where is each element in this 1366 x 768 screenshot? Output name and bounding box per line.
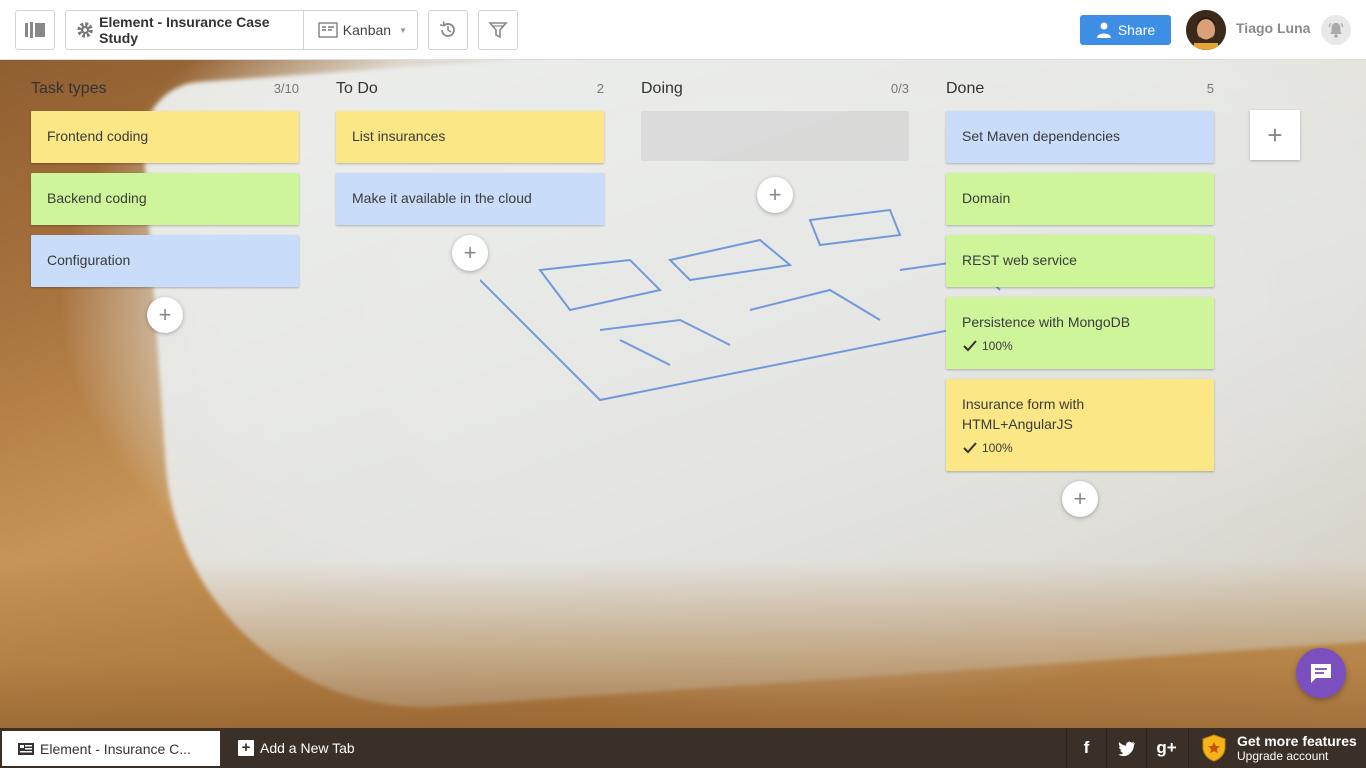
view-selector[interactable]: Kanban ▼ xyxy=(304,11,417,49)
history-button[interactable] xyxy=(428,10,468,50)
view-label: Kanban xyxy=(342,22,392,38)
twitter-icon xyxy=(1117,741,1135,756)
share-button[interactable]: Share xyxy=(1080,15,1171,45)
user-photo xyxy=(1186,10,1226,50)
card-text: Domain xyxy=(962,190,1011,206)
sidebar-toggle-button[interactable] xyxy=(15,10,55,50)
bell-icon xyxy=(1328,23,1344,38)
add-tab-label: Add a New Tab xyxy=(260,740,355,756)
avatar[interactable] xyxy=(1186,10,1226,50)
card-text: REST web service xyxy=(962,252,1077,268)
card-rest-web-service[interactable]: REST web service xyxy=(946,235,1214,287)
filter-icon xyxy=(488,22,508,39)
board-title: Element - Insurance Case Study xyxy=(99,14,270,46)
column-count: 5 xyxy=(1206,81,1214,96)
column-done: Done 5 Set Maven dependencies Domain RES… xyxy=(946,80,1214,517)
card-backend-coding[interactable]: Backend coding xyxy=(31,173,299,225)
progress-value: 100% xyxy=(982,339,1013,353)
background-table-edge xyxy=(0,560,1366,730)
column-title[interactable]: Task types xyxy=(31,80,107,98)
card-text: List insurances xyxy=(352,128,446,144)
column-title[interactable]: To Do xyxy=(336,80,378,98)
user-name[interactable]: Tiago Luna xyxy=(1236,20,1310,36)
board-title-button[interactable]: Element - Insurance Case Study xyxy=(66,11,304,49)
google-plus-icon: g+ xyxy=(1156,738,1177,757)
card-insurance-form[interactable]: Insurance form with HTML+AngularJS 100% xyxy=(946,379,1214,471)
facebook-button[interactable]: f xyxy=(1066,728,1106,768)
check-icon xyxy=(963,340,977,352)
plus-icon: + xyxy=(158,302,172,327)
board-selector: Element - Insurance Case Study Kanban ▼ xyxy=(65,10,418,50)
check-icon xyxy=(963,442,977,454)
column-count: 0/3 xyxy=(890,81,909,96)
progress-value: 100% xyxy=(982,441,1013,455)
upgrade-subtitle: Upgrade account xyxy=(1237,748,1329,763)
chat-button[interactable] xyxy=(1296,648,1346,698)
column-title[interactable]: Done xyxy=(946,80,984,98)
board-tab-icon xyxy=(18,742,34,755)
share-user-icon xyxy=(1096,22,1111,38)
card-persistence-with-mongodb[interactable]: Persistence with MongoDB 100% xyxy=(946,297,1214,369)
plus-icon: + xyxy=(1073,486,1087,511)
add-column-button[interactable]: + xyxy=(1250,110,1300,160)
card-make-it-available-in-the-cloud[interactable]: Make it available in the cloud xyxy=(336,173,604,225)
share-label: Share xyxy=(1117,22,1156,38)
bottom-bar: Element - Insurance C... + Add a New Tab… xyxy=(0,728,1366,768)
add-tab-button[interactable]: + Add a New Tab xyxy=(238,728,355,768)
add-card-button[interactable]: + xyxy=(1062,481,1098,517)
chat-icon xyxy=(1311,664,1331,683)
column-doing: Doing 0/3 + xyxy=(641,80,909,213)
card-text: Make it available in the cloud xyxy=(352,190,532,206)
column-task-types: Task types 3/10 Frontend coding Backend … xyxy=(31,80,299,333)
facebook-icon: f xyxy=(1083,738,1090,757)
card-text: Persistence with MongoDB xyxy=(962,314,1131,330)
card-set-maven-dependencies[interactable]: Set Maven dependencies xyxy=(946,111,1214,163)
google-plus-button[interactable]: g+ xyxy=(1146,728,1186,768)
card-configuration[interactable]: Configuration xyxy=(31,235,299,287)
kanban-icon xyxy=(318,22,338,38)
card-text: Frontend coding xyxy=(47,128,149,144)
add-card-button[interactable]: + xyxy=(757,177,793,213)
plus-icon: + xyxy=(238,740,254,756)
card-text: Configuration xyxy=(47,252,131,268)
filter-button[interactable] xyxy=(478,10,518,50)
card-frontend-coding[interactable]: Frontend coding xyxy=(31,111,299,163)
star-shield-icon xyxy=(1202,734,1226,762)
add-card-button[interactable]: + xyxy=(452,235,488,271)
gear-icon xyxy=(77,22,93,38)
chevron-down-icon: ▼ xyxy=(399,25,407,35)
history-icon xyxy=(439,21,455,37)
card-text: Set Maven dependencies xyxy=(962,128,1120,144)
tab-label: Element - Insurance C... xyxy=(40,740,191,757)
card-progress: 100% xyxy=(962,336,1198,356)
sidebar-toggle-icon xyxy=(25,22,45,38)
upgrade-title: Get more features xyxy=(1237,732,1357,749)
card-text: Insurance form with HTML+AngularJS xyxy=(962,396,1085,432)
column-count: 3/10 xyxy=(273,81,299,96)
twitter-button[interactable] xyxy=(1106,728,1146,768)
notifications-button[interactable] xyxy=(1321,15,1351,45)
upgrade-account-button[interactable]: Get more features Upgrade account xyxy=(1188,728,1366,768)
plus-icon: + xyxy=(463,240,477,265)
plus-icon: + xyxy=(1267,119,1283,150)
card-list-insurances[interactable]: List insurances xyxy=(336,111,604,163)
tab-active-board[interactable]: Element - Insurance C... xyxy=(2,731,220,766)
add-card-button[interactable]: + xyxy=(147,297,183,333)
card-progress: 100% xyxy=(962,438,1198,458)
empty-drop-zone[interactable] xyxy=(641,111,909,161)
card-text: Backend coding xyxy=(47,190,147,206)
column-to-do: To Do 2 List insurances Make it availabl… xyxy=(336,80,604,271)
plus-icon: + xyxy=(768,182,782,207)
card-domain[interactable]: Domain xyxy=(946,173,1214,225)
column-count: 2 xyxy=(596,81,604,96)
column-title[interactable]: Doing xyxy=(641,80,683,98)
top-bar: Element - Insurance Case Study Kanban ▼ xyxy=(0,0,1366,60)
